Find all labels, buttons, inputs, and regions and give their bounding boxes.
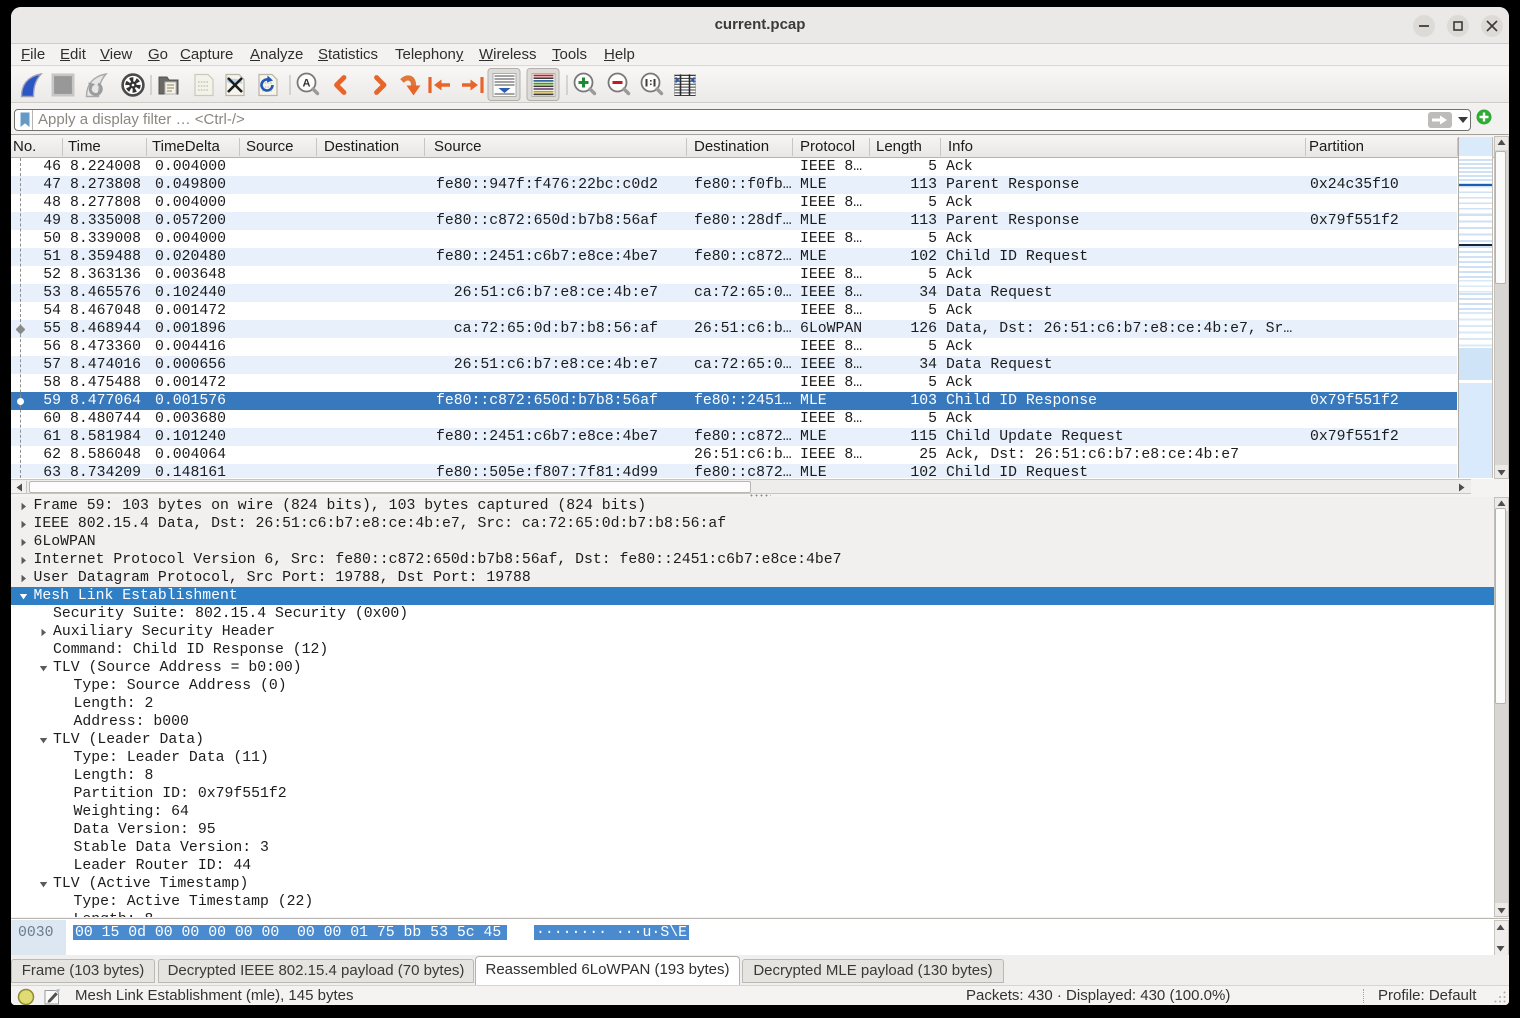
svg-text:A: A xyxy=(303,78,311,90)
